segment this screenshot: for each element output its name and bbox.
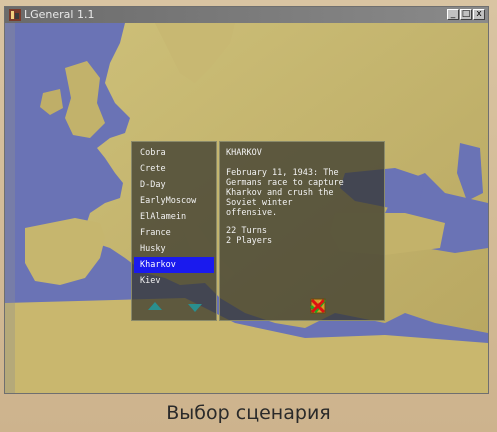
- scenario-meta: 22 Turns 2 Players: [226, 226, 272, 246]
- arrow-down-icon[interactable]: [188, 304, 202, 312]
- title-bar[interactable]: LGeneral 1.1 _ □ x: [5, 7, 488, 23]
- scenario-item[interactable]: Crete: [134, 161, 214, 177]
- scenario-item[interactable]: Kharkov: [134, 257, 214, 273]
- scenario-item[interactable]: D-Day: [134, 177, 214, 193]
- scenario-info-panel: KHARKOV February 11, 1943: The Germans r…: [219, 141, 385, 321]
- minimize-button[interactable]: _: [447, 9, 459, 20]
- maximize-button[interactable]: □: [460, 9, 472, 20]
- scenario-item[interactable]: Kiev: [134, 273, 214, 289]
- arrow-up-icon[interactable]: [148, 302, 162, 310]
- caption: Выбор сценария: [166, 402, 331, 424]
- scenario-item[interactable]: Husky: [134, 241, 214, 257]
- scenario-players: 2 Players: [226, 236, 273, 246]
- scenario-list: Cobra Crete D-Day EarlyMoscow ElAlamein Franc…: [134, 145, 214, 289]
- cross-icon[interactable]: [310, 298, 326, 314]
- scenario-item[interactable]: EarlyMoscow: [134, 193, 214, 209]
- app-icon: [9, 9, 21, 21]
- scenario-item[interactable]: Cobra: [134, 145, 214, 161]
- europe-map-background: Cobra Crete D-Day EarlyMoscow ElAlamein Franc…: [5, 23, 488, 393]
- app-window: LGeneral 1.1 _ □ x Cobra Crete D-Day Ear…: [4, 6, 489, 394]
- scenario-description: February 11, 1943: The Germans race to c…: [226, 168, 344, 218]
- scenario-list-panel: Cobra Crete D-Day EarlyMoscow ElAlamein Franc…: [131, 141, 217, 321]
- scenario-title: KHARKOV: [226, 148, 262, 158]
- scenario-item[interactable]: ElAlamein: [134, 209, 214, 225]
- scenario-item[interactable]: France: [134, 225, 214, 241]
- window-title: LGeneral 1.1: [24, 8, 95, 21]
- scenario-turns: 22 Turns: [226, 226, 267, 236]
- close-button[interactable]: x: [473, 9, 485, 20]
